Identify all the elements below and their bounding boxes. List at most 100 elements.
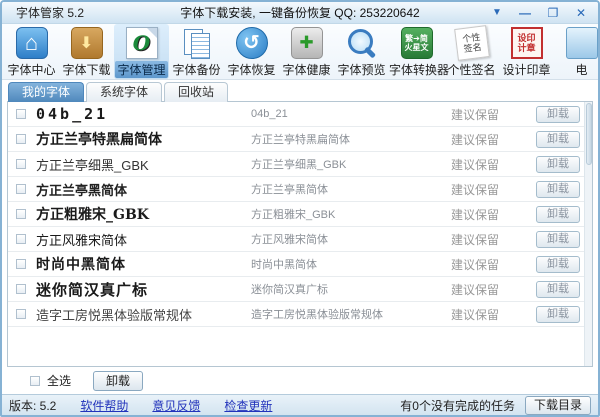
font-row: 04b_21 04b_21 建议保留 卸载 [8,102,584,127]
uninstall-row-button[interactable]: 卸载 [536,156,580,173]
close-icon[interactable]: ✕ [572,5,590,21]
scrollbar[interactable] [584,102,592,366]
toolbar-item-font-manage[interactable]: 字体管理 [114,24,169,79]
keep-suggestion-label: 建议保留 [451,156,536,173]
version-label: 版本: 5.2 [9,397,56,414]
status-links: 软件帮助 意见反馈 检查更新 [80,397,272,414]
row-checkbox[interactable] [16,134,26,144]
app-window: 字体管家 5.2 字体下载安装, 一键备份恢复 QQ: 253220642 ▼ … [0,0,600,417]
font-name: 方正风雅宋简体 [251,231,451,247]
row-checkbox[interactable] [16,209,26,219]
font-name: 方正兰亭黑简体 [251,181,451,197]
font-preview-name: 造字工房悦黑体验版常规体 [36,305,251,324]
toolbar-item-label: 字体预览 [334,61,389,78]
pending-tasks-text: 有0个没有完成的任务 [400,397,515,414]
font-row: 方正风雅宋简体 方正风雅宋简体 建议保留 卸载 [8,227,584,252]
maximize-icon[interactable]: ❐ [544,5,562,21]
font-converter-icon: 繁➔简火星文 [401,27,433,59]
tab-系统字体[interactable]: 系统字体 [86,82,162,102]
toolbar-item-label: 字体管理 [115,61,168,78]
uninstall-row-button[interactable]: 卸载 [536,231,580,248]
font-health-icon [291,27,323,59]
keep-suggestion-label: 建议保留 [451,131,536,148]
toolbar-item-stamp[interactable]: 设印计章 设计印章 [499,24,554,79]
toolbar-item-label: 字体下载 [59,61,114,78]
row-checkbox[interactable] [16,234,26,244]
font-name: 迷你简汉真广标 [251,281,451,297]
minimize-icon[interactable]: — [516,5,534,21]
keep-suggestion-label: 建议保留 [451,106,536,123]
font-preview-icon [346,27,378,59]
toolbar-item-label: 字体健康 [279,61,334,78]
row-checkbox[interactable] [16,159,26,169]
toolbar-item-computer[interactable]: 电 [554,24,598,79]
font-preview-name: 方正兰亭特黑扁简体 [36,129,251,149]
font-manage-icon [126,27,158,59]
toolbar-item-label: 字体恢复 [224,61,279,78]
download-dir-button[interactable]: 下载目录 [525,396,591,415]
font-name: 时尚中黑简体 [251,256,451,272]
row-checkbox[interactable] [16,109,26,119]
row-checkbox[interactable] [16,259,26,269]
toolbar-item-font-converter[interactable]: 繁➔简火星文 字体转换器 [389,24,444,79]
font-name: 方正兰亭细黑_GBK [251,156,451,172]
scrollbar-thumb[interactable] [586,103,592,165]
keep-suggestion-label: 建议保留 [451,181,536,198]
font-restore-icon [236,27,268,59]
status-bar: 版本: 5.2 软件帮助 意见反馈 检查更新 有0个没有完成的任务 下载目录 [2,394,598,415]
uninstall-row-button[interactable]: 卸载 [536,106,580,123]
toolbar-item-signature[interactable]: 个性签名 个性签名 [444,24,499,79]
uninstall-button[interactable]: 卸载 [93,371,143,391]
toolbar-item-font-health[interactable]: 字体健康 [279,24,334,79]
font-row: 时尚中黑简体 时尚中黑简体 建议保留 卸载 [8,252,584,277]
select-all-checkbox[interactable] [30,376,40,386]
font-preview-name: 方正兰亭细黑_GBK [36,155,251,174]
uninstall-row-button[interactable]: 卸载 [536,131,580,148]
font-preview-name: 方正风雅宋简体 [36,230,251,249]
font-name: 造字工房悦黑体验版常规体 [251,306,451,322]
font-row: 造字工房悦黑体验版常规体 造字工房悦黑体验版常规体 建议保留 卸载 [8,302,584,327]
font-list: 04b_21 04b_21 建议保留 卸载 方正兰亭特黑扁简体 方正兰亭特黑扁简… [7,101,593,367]
font-backup-icon [181,27,213,59]
font-download-icon [71,27,103,59]
toolbar-item-font-backup[interactable]: 字体备份 [169,24,224,79]
keep-suggestion-label: 建议保留 [451,306,536,323]
uninstall-row-button[interactable]: 卸载 [536,206,580,223]
uninstall-row-button[interactable]: 卸载 [536,306,580,323]
status-link-检查更新[interactable]: 检查更新 [224,397,272,414]
font-preview-name: 时尚中黑简体 [36,254,251,274]
toolbar-item-label: 个性签名 [444,61,499,78]
toolbar-item-font-center[interactable]: 字体中心 [4,24,59,79]
row-checkbox[interactable] [16,284,26,294]
toolbar-item-font-restore[interactable]: 字体恢复 [224,24,279,79]
row-checkbox[interactable] [16,184,26,194]
keep-suggestion-label: 建议保留 [451,206,536,223]
status-link-意见反馈[interactable]: 意见反馈 [152,397,200,414]
font-preview-name: 04b_21 [36,105,251,123]
font-row: 迷你简汉真广标 迷你简汉真广标 建议保留 卸载 [8,277,584,302]
window-controls: ▼ — ❐ ✕ [488,5,598,21]
action-bar: 全选 卸载 [2,367,598,394]
font-center-icon [16,27,48,59]
row-checkbox[interactable] [16,309,26,319]
uninstall-row-button[interactable]: 卸载 [536,256,580,273]
tab-回收站[interactable]: 回收站 [164,82,228,102]
toolbar-item-font-preview[interactable]: 字体预览 [334,24,389,79]
font-preview-name: 方正兰亭黑简体 [36,180,251,199]
tab-bar: 我的字体 系统字体 回收站 [2,80,598,102]
font-row: 方正兰亭黑简体 方正兰亭黑简体 建议保留 卸载 [8,177,584,202]
tab-我的字体[interactable]: 我的字体 [8,82,84,102]
uninstall-row-button[interactable]: 卸载 [536,181,580,198]
font-name: 方正兰亭特黑扁简体 [251,131,451,147]
toolbar-item-label: 字体备份 [169,61,224,78]
toolbar-item-font-download[interactable]: 字体下载 [59,24,114,79]
keep-suggestion-label: 建议保留 [451,256,536,273]
font-rows: 04b_21 04b_21 建议保留 卸载 方正兰亭特黑扁简体 方正兰亭特黑扁简… [8,102,584,327]
uninstall-row-button[interactable]: 卸载 [536,281,580,298]
skin-menu-icon[interactable]: ▼ [488,5,506,21]
font-preview-name: 方正粗雅宋_GBK [36,204,251,224]
status-link-软件帮助[interactable]: 软件帮助 [80,397,128,414]
font-name: 04b_21 [251,108,451,120]
stamp-icon: 设印计章 [511,27,543,59]
keep-suggestion-label: 建议保留 [451,281,536,298]
